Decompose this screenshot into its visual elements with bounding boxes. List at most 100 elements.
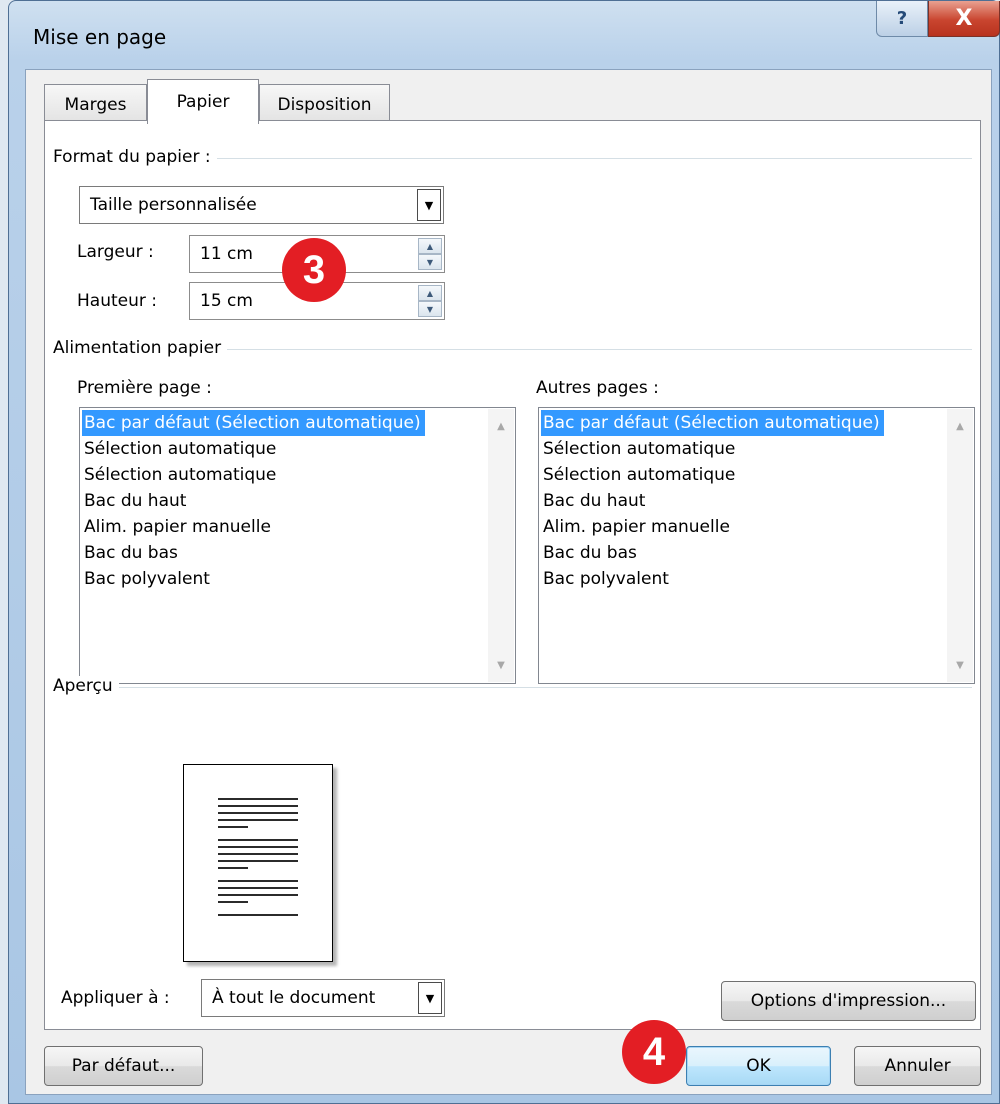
list-item[interactable]: Bac du bas bbox=[541, 540, 944, 566]
preview-line bbox=[218, 805, 298, 807]
scrollbar[interactable]: ▲ ▼ bbox=[488, 409, 514, 682]
list-item-label: Alim. papier manuelle bbox=[84, 517, 271, 537]
scroll-down-icon[interactable]: ▼ bbox=[947, 652, 973, 678]
other-pages-label: Autres pages : bbox=[536, 378, 659, 398]
preview-line bbox=[218, 860, 298, 862]
list-item-label: Alim. papier manuelle bbox=[543, 517, 730, 537]
tab-marges[interactable]: Marges bbox=[44, 84, 147, 124]
window-title: Mise en page bbox=[33, 25, 167, 49]
step-4-badge: 4 bbox=[622, 1020, 686, 1084]
dialog-client-area: Marges Papier Disposition Format du papi… bbox=[25, 69, 992, 1095]
step-3-badge: 3 bbox=[282, 238, 346, 302]
other-pages-items: Bac par défaut (Sélection automatique) Sé… bbox=[541, 410, 944, 592]
preview-line bbox=[218, 826, 248, 828]
paper-source-group-label: Alimentation papier bbox=[53, 338, 228, 358]
close-button[interactable]: X bbox=[928, 1, 1000, 37]
spin-up-icon[interactable]: ▲ bbox=[418, 285, 442, 301]
list-item-label: Sélection automatique bbox=[84, 465, 277, 485]
scroll-up-icon[interactable]: ▲ bbox=[947, 413, 973, 439]
tab-papier-label: Papier bbox=[176, 92, 230, 112]
preview-line bbox=[218, 914, 298, 916]
list-item-label: Bac du haut bbox=[543, 491, 646, 511]
spin-down-icon[interactable]: ▼ bbox=[418, 301, 442, 317]
apply-to-value: À tout le document bbox=[212, 988, 376, 1008]
list-item-label: Bac du bas bbox=[543, 543, 637, 563]
chevron-down-icon[interactable]: ▼ bbox=[418, 982, 442, 1014]
first-page-listbox[interactable]: Bac par défaut (Sélection automatique) Sé… bbox=[79, 407, 516, 684]
paper-size-value: Taille personnalisée bbox=[90, 195, 257, 215]
set-default-label: Par défaut... bbox=[71, 1056, 176, 1076]
tab-disposition[interactable]: Disposition bbox=[259, 84, 390, 124]
scroll-down-icon[interactable]: ▼ bbox=[488, 652, 514, 678]
first-page-label: Première page : bbox=[77, 378, 212, 398]
preview-line bbox=[218, 812, 298, 814]
preview-line bbox=[218, 887, 298, 889]
width-label: Largeur : bbox=[77, 242, 154, 262]
height-spinner: ▲ ▼ bbox=[418, 285, 442, 317]
list-item-label: Bac par défaut (Sélection automatique) bbox=[541, 410, 884, 436]
list-item[interactable]: Sélection automatique bbox=[82, 462, 485, 488]
list-item[interactable]: Bac par défaut (Sélection automatique) bbox=[541, 410, 944, 436]
list-item[interactable]: Bac du haut bbox=[82, 488, 485, 514]
help-icon: ? bbox=[896, 8, 908, 29]
scroll-up-icon[interactable]: ▲ bbox=[488, 413, 514, 439]
tab-disposition-label: Disposition bbox=[277, 94, 372, 115]
list-item-label: Bac du bas bbox=[84, 543, 178, 563]
list-item[interactable]: Bac du bas bbox=[82, 540, 485, 566]
group-divider bbox=[53, 687, 972, 688]
spin-up-icon[interactable]: ▲ bbox=[418, 238, 442, 254]
chevron-down-icon[interactable]: ▼ bbox=[417, 189, 441, 221]
list-item[interactable]: Bac polyvalent bbox=[82, 566, 485, 592]
set-default-button[interactable]: Par défaut... bbox=[44, 1046, 203, 1086]
list-item-label: Bac polyvalent bbox=[543, 569, 669, 589]
ok-button[interactable]: OK bbox=[686, 1046, 831, 1086]
list-item[interactable]: Sélection automatique bbox=[541, 436, 944, 462]
tab-papier[interactable]: Papier bbox=[147, 79, 259, 124]
preview-line bbox=[218, 798, 298, 800]
dialog-window: Mise en page ? X Marges Papier Dispositi… bbox=[8, 0, 1000, 1104]
tab-marges-label: Marges bbox=[64, 94, 127, 115]
cancel-button[interactable]: Annuler bbox=[854, 1046, 981, 1086]
list-item[interactable]: Bac polyvalent bbox=[541, 566, 944, 592]
preview-line bbox=[218, 819, 298, 821]
apply-to-select[interactable]: À tout le document ▼ bbox=[201, 979, 445, 1017]
list-item-label: Sélection automatique bbox=[84, 439, 277, 459]
ok-label: OK bbox=[746, 1056, 771, 1076]
preview-line bbox=[218, 901, 248, 903]
paper-format-group-label: Format du papier : bbox=[53, 147, 217, 167]
help-button[interactable]: ? bbox=[876, 1, 928, 37]
list-item[interactable]: Bac par défaut (Sélection automatique) bbox=[82, 410, 485, 436]
preview-line bbox=[218, 894, 298, 896]
print-options-label: Options d'impression... bbox=[750, 991, 947, 1011]
cancel-label: Annuler bbox=[884, 1056, 951, 1076]
height-label: Hauteur : bbox=[77, 291, 157, 311]
list-item[interactable]: Sélection automatique bbox=[82, 436, 485, 462]
first-page-items: Bac par défaut (Sélection automatique) Sé… bbox=[82, 410, 485, 592]
preview-line bbox=[218, 880, 298, 882]
width-spinner: ▲ ▼ bbox=[418, 238, 442, 270]
preview-line bbox=[218, 867, 248, 869]
apply-to-label: Appliquer à : bbox=[61, 988, 170, 1008]
width-value: 11 cm bbox=[200, 244, 253, 264]
list-item-label: Sélection automatique bbox=[543, 439, 736, 459]
preview-line bbox=[218, 839, 298, 841]
list-item-label: Bac du haut bbox=[84, 491, 187, 511]
list-item[interactable]: Bac du haut bbox=[541, 488, 944, 514]
title-bar[interactable]: Mise en page ? X bbox=[9, 1, 1000, 71]
other-pages-listbox[interactable]: Bac par défaut (Sélection automatique) Sé… bbox=[538, 407, 975, 684]
list-item[interactable]: Sélection automatique bbox=[541, 462, 944, 488]
print-options-button[interactable]: Options d'impression... bbox=[721, 981, 976, 1021]
tab-panel-papier: Format du papier : Taille personnalisée … bbox=[44, 120, 981, 1030]
scrollbar[interactable]: ▲ ▼ bbox=[947, 409, 973, 682]
list-item-label: Bac polyvalent bbox=[84, 569, 210, 589]
preview-line bbox=[218, 853, 298, 855]
list-item[interactable]: Alim. papier manuelle bbox=[541, 514, 944, 540]
page-preview bbox=[183, 764, 333, 962]
height-value: 15 cm bbox=[200, 291, 253, 311]
close-icon: X bbox=[955, 6, 973, 31]
spin-down-icon[interactable]: ▼ bbox=[418, 254, 442, 270]
preview-group-label: Aperçu bbox=[53, 676, 119, 696]
list-item-label: Sélection automatique bbox=[543, 465, 736, 485]
paper-size-select[interactable]: Taille personnalisée ▼ bbox=[79, 186, 444, 224]
list-item[interactable]: Alim. papier manuelle bbox=[82, 514, 485, 540]
